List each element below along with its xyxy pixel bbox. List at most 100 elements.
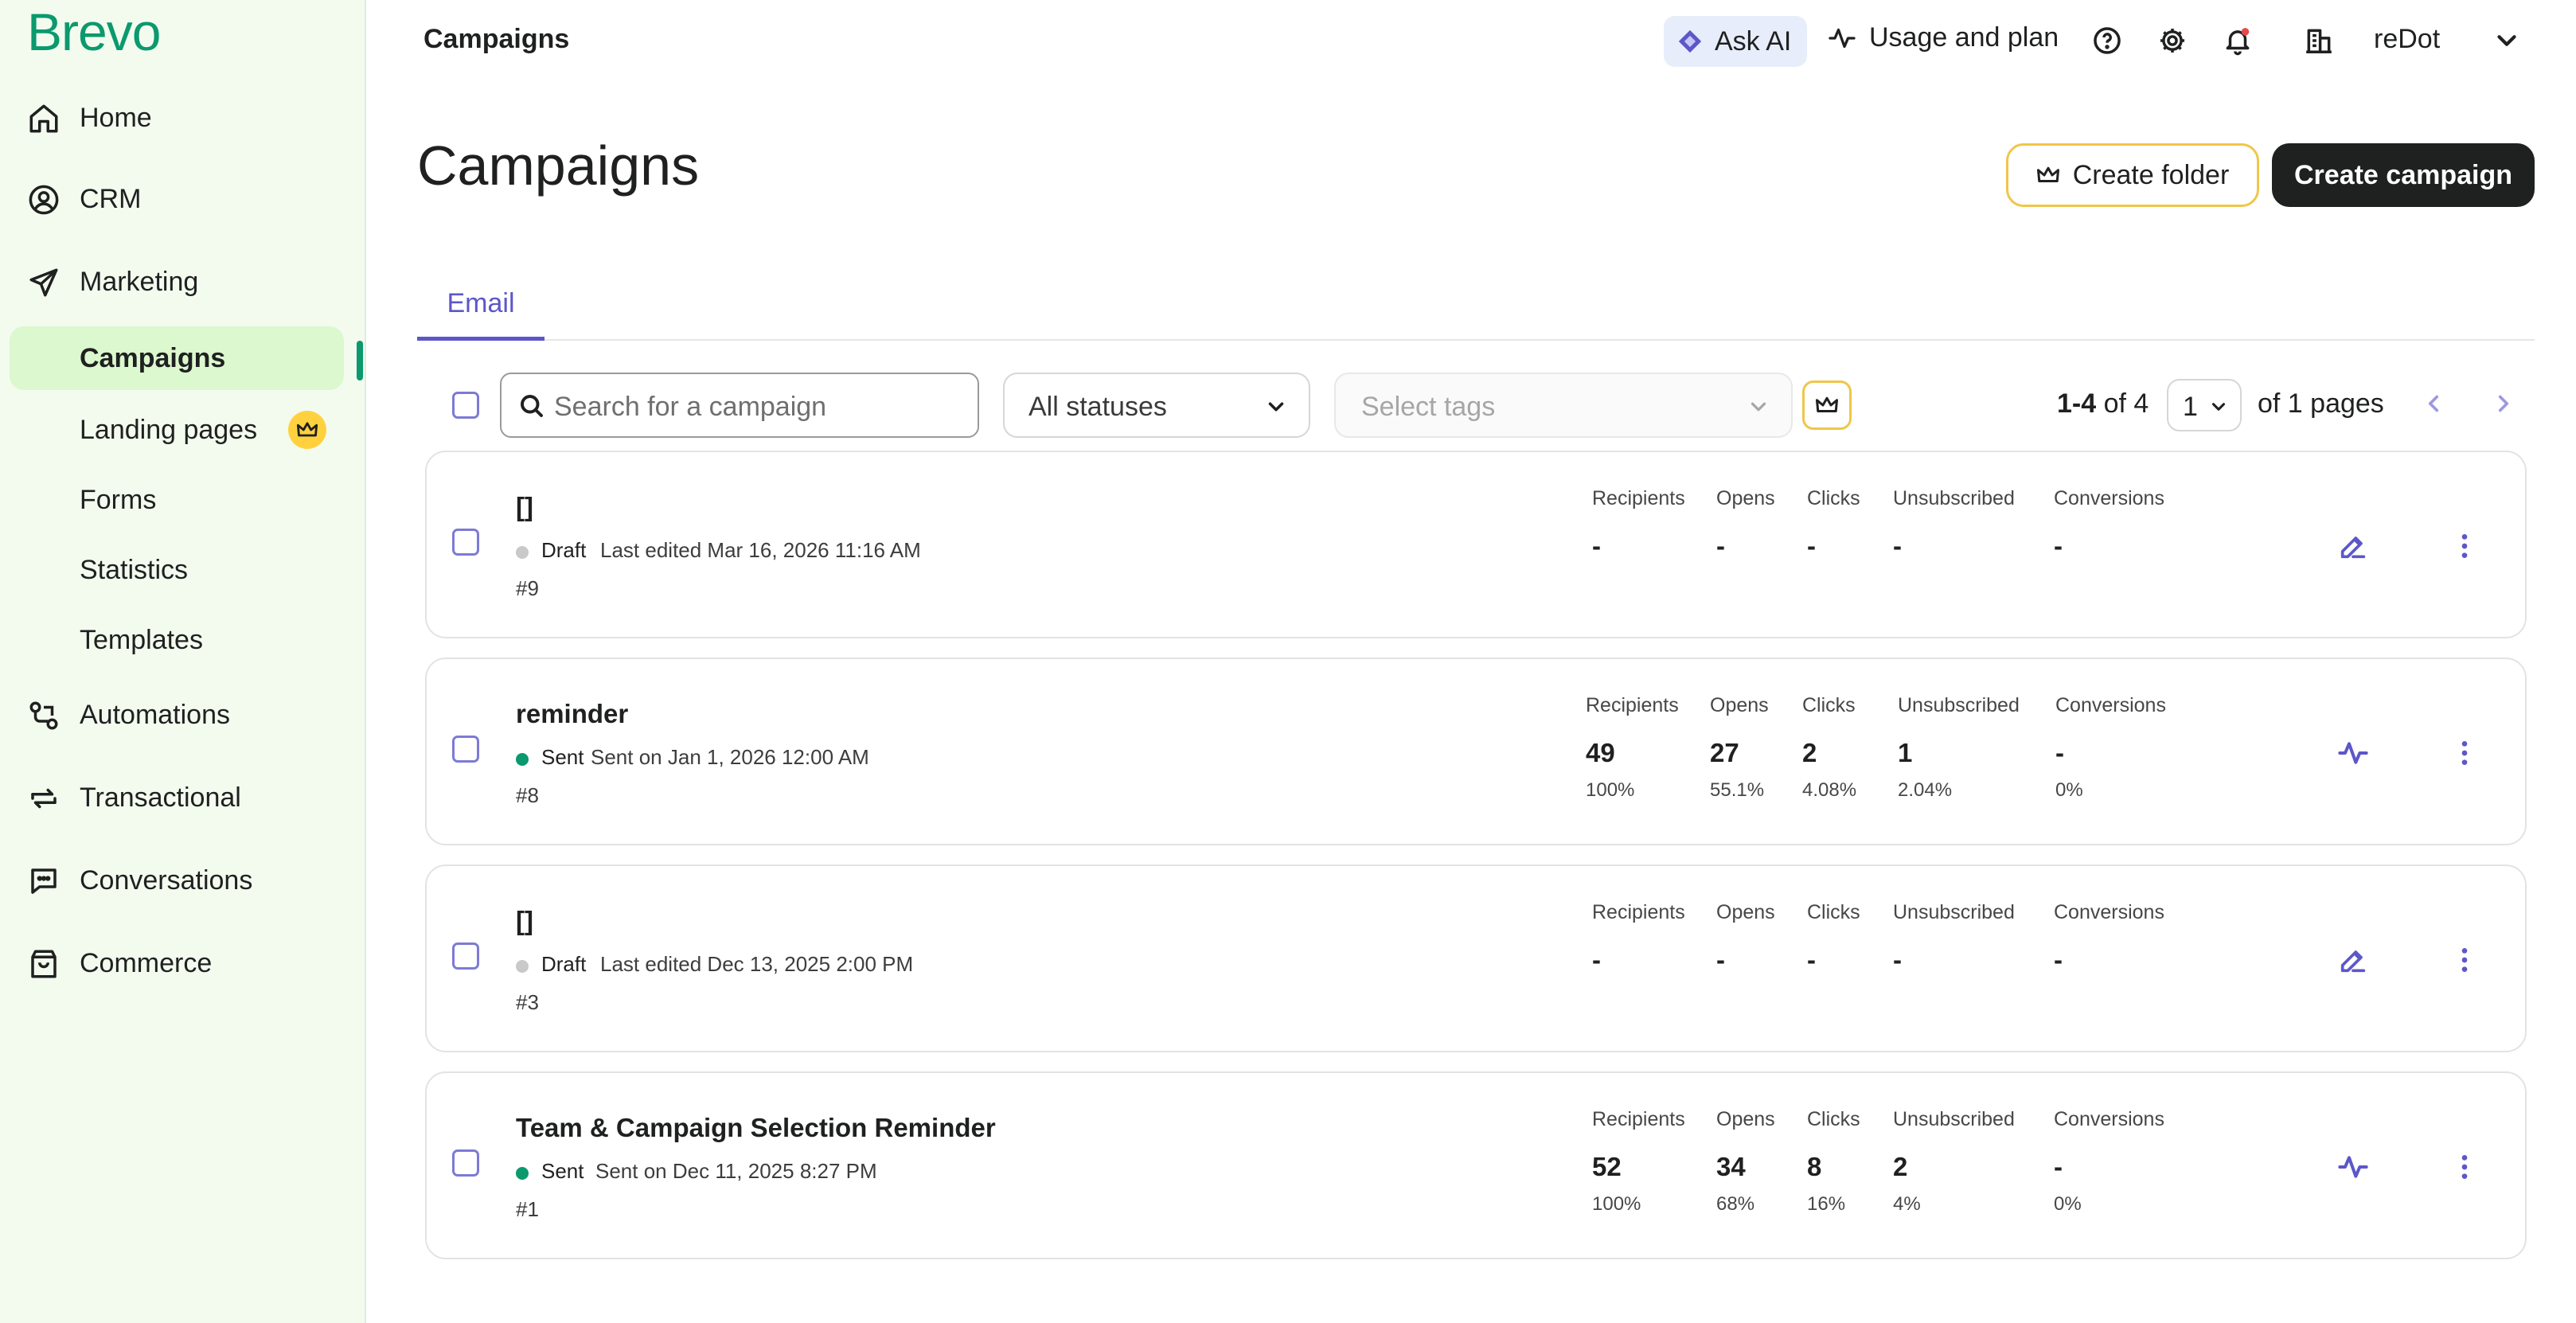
premium-tags-button[interactable]	[1802, 381, 1852, 430]
sidebar: Brevo Home CRM Marketing Campaigns Landi…	[0, 0, 366, 1323]
create-folder-button[interactable]: Create folder	[2006, 143, 2259, 207]
pagination-range-value: 1-4	[2057, 388, 2097, 419]
ask-ai-button[interactable]: Ask AI	[1664, 16, 1807, 67]
sidebar-item-label: Forms	[80, 484, 157, 515]
sidebar-item-transactional[interactable]: Transactional	[0, 766, 366, 829]
campaign-name[interactable]: reminder	[516, 699, 628, 729]
pagination-range: 1-4 of 4	[2057, 388, 2149, 420]
crown-icon	[1816, 396, 1838, 412]
brevo-logo[interactable]: Brevo	[27, 2, 161, 62]
campaign-status: Sent	[541, 1159, 584, 1183]
campaign-id: #8	[516, 783, 539, 807]
stat-unsubscribed: Unsubscribed -	[1893, 487, 2015, 561]
activity-icon[interactable]	[2337, 1151, 2369, 1183]
campaign-checkbox[interactable]	[452, 529, 479, 556]
sidebar-item-home[interactable]: Home	[0, 86, 366, 150]
sidebar-item-label: Automations	[80, 699, 230, 730]
campaign-checkbox[interactable]	[452, 736, 479, 763]
stat-percent: 16%	[1807, 1193, 1846, 1215]
stat-percent: 100%	[1586, 779, 1635, 801]
stat-recipients: Recipients -	[1592, 901, 1685, 975]
status-select[interactable]: All statuses	[1003, 373, 1310, 438]
campaign-card[interactable]: [] Draft Last edited Dec 13, 2025 2:00 P…	[425, 864, 2527, 1052]
sidebar-item-commerce[interactable]: Commerce	[0, 931, 366, 995]
campaign-card[interactable]: [] Draft Last edited Mar 16, 2026 11:16 …	[425, 451, 2527, 638]
more-vertical-icon[interactable]	[2449, 737, 2480, 769]
sidebar-item-statistics[interactable]: Statistics	[10, 538, 344, 602]
stat-percent: 0%	[2055, 779, 2083, 801]
campaign-name[interactable]: []	[516, 492, 533, 522]
sidebar-item-templates[interactable]: Templates	[10, 608, 344, 672]
stat-label: Clicks	[1807, 487, 1860, 509]
sidebar-item-conversations[interactable]: Conversations	[0, 849, 366, 912]
stat-label: Conversions	[2054, 487, 2164, 509]
activity-icon[interactable]	[2337, 737, 2369, 769]
account-name[interactable]: reDot	[2374, 24, 2440, 55]
pagination-pages: of 1 pages	[2258, 388, 2384, 419]
campaign-name[interactable]: []	[516, 906, 533, 936]
stat-value: -	[1592, 531, 1601, 560]
sidebar-item-label: CRM	[80, 183, 142, 214]
pagination-total: of 4	[2103, 388, 2149, 419]
help-icon[interactable]	[2092, 25, 2122, 56]
stat-percent: 68%	[1716, 1193, 1755, 1215]
page-select[interactable]: 1	[2167, 379, 2242, 431]
campaign-date: Last edited Dec 13, 2025 2:00 PM	[600, 952, 914, 976]
search-icon	[521, 395, 543, 417]
stat-label: Recipients	[1592, 901, 1685, 923]
more-vertical-icon[interactable]	[2449, 944, 2480, 976]
sidebar-item-label: Conversations	[80, 864, 253, 896]
stat-value: 27	[1710, 738, 1739, 767]
stat-label: Clicks	[1807, 1108, 1860, 1130]
more-vertical-icon[interactable]	[2449, 530, 2480, 562]
stat-label: Opens	[1710, 694, 1769, 716]
pencil-icon[interactable]	[2337, 530, 2369, 562]
sidebar-item-automations[interactable]: Automations	[0, 683, 366, 747]
stat-unsubscribed: Unsubscribed 2 4%	[1893, 1108, 2015, 1216]
more-vertical-icon[interactable]	[2449, 1151, 2480, 1183]
chevron-right-icon[interactable]	[2490, 390, 2517, 417]
sidebar-item-label: Landing pages	[80, 414, 258, 445]
building-icon[interactable]	[2304, 25, 2334, 56]
campaign-date: Sent on Jan 1, 2026 12:00 AM	[591, 745, 869, 769]
pencil-icon[interactable]	[2337, 944, 2369, 976]
stat-value: -	[2055, 738, 2064, 767]
stat-label: Conversions	[2054, 901, 2164, 923]
sidebar-item-crm[interactable]: CRM	[0, 167, 366, 231]
sparkle-diamond-icon	[1678, 29, 1702, 53]
campaign-card[interactable]: Team & Campaign Selection Reminder Sent …	[425, 1071, 2527, 1259]
tags-select[interactable]: Select tags	[1334, 373, 1793, 438]
sidebar-item-forms[interactable]: Forms	[10, 468, 344, 532]
automation-icon	[29, 701, 58, 730]
status-dot	[516, 1167, 529, 1180]
sidebar-item-marketing[interactable]: Marketing	[0, 250, 366, 314]
usage-and-plan-button[interactable]: Usage and plan	[1828, 22, 2059, 53]
stat-label: Unsubscribed	[1893, 487, 2015, 509]
tab-email[interactable]: Email	[417, 271, 544, 341]
campaign-name[interactable]: Team & Campaign Selection Reminder	[516, 1113, 996, 1143]
chevron-left-icon[interactable]	[2420, 390, 2447, 417]
create-folder-label: Create folder	[2072, 159, 2230, 190]
stat-recipients: Recipients 52 100%	[1592, 1108, 1685, 1216]
gear-icon[interactable]	[2157, 25, 2188, 56]
activity-icon	[1829, 28, 1856, 48]
stat-label: Unsubscribed	[1893, 901, 2015, 923]
campaign-checkbox[interactable]	[452, 1149, 479, 1177]
stat-value: -	[1716, 531, 1725, 560]
sidebar-item-label: Transactional	[80, 782, 241, 813]
select-all-checkbox[interactable]	[452, 392, 479, 419]
contacts-icon	[29, 185, 59, 215]
campaign-checkbox[interactable]	[452, 942, 479, 970]
tabs-divider	[417, 339, 2535, 341]
campaign-status: Draft	[541, 538, 587, 562]
create-campaign-button[interactable]: Create campaign	[2272, 143, 2535, 207]
stat-percent: 4.08%	[1802, 779, 1857, 801]
search-input[interactable]: Search for a campaign	[500, 373, 979, 438]
chevron-down-icon[interactable]	[2492, 25, 2522, 56]
bell-icon[interactable]	[2223, 25, 2253, 56]
stat-percent: 0%	[2054, 1193, 2082, 1215]
campaign-card[interactable]: reminder Sent Sent on Jan 1, 2026 12:00 …	[425, 658, 2527, 845]
sidebar-item-campaigns[interactable]: Campaigns	[10, 326, 344, 390]
stat-recipients: Recipients -	[1592, 487, 1685, 561]
stat-percent: 55.1%	[1710, 779, 1765, 801]
